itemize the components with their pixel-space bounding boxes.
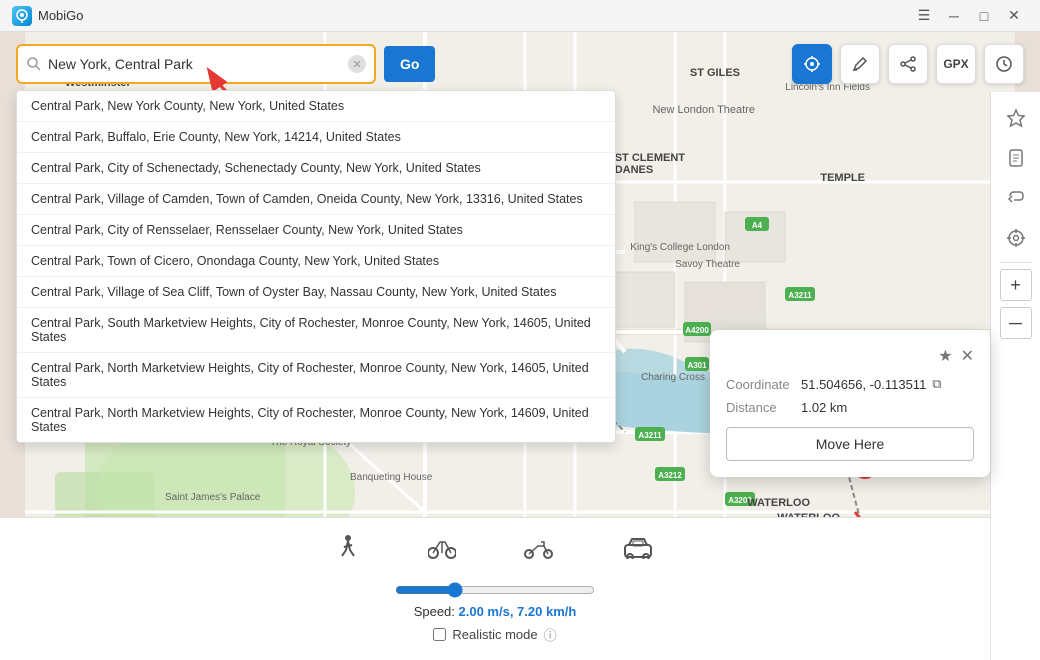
search-result-2[interactable]: Central Park, City of Schenectady, Schen… (17, 153, 615, 184)
search-result-1[interactable]: Central Park, Buffalo, Erie County, New … (17, 122, 615, 153)
search-result-6[interactable]: Central Park, Village of Sea Cliff, Town… (17, 277, 615, 308)
search-result-5[interactable]: Central Park, Town of Cicero, Onondaga C… (17, 246, 615, 277)
coordinate-value: 51.504656, -0.113511 (801, 377, 926, 392)
sidebar-bookmark-button[interactable] (998, 140, 1034, 176)
app-title: MobiGo (38, 8, 84, 23)
star-icon (1006, 108, 1026, 128)
speed-value: 2.00 m/s, 7.20 km/h (459, 604, 577, 619)
undo-icon (1006, 188, 1026, 208)
svg-text:A4200: A4200 (685, 326, 709, 335)
speed-slider[interactable] (395, 582, 595, 598)
gpx-button[interactable]: GPX (936, 44, 976, 84)
popup-header: ★ ✕ (726, 346, 974, 366)
realistic-mode-label: Realistic mode (452, 627, 537, 642)
titlebar: MobiGo ☰ ─ □ ✕ (0, 0, 1040, 32)
walk-icon (336, 534, 360, 562)
share-icon (899, 55, 917, 73)
go-button[interactable]: Go (384, 46, 435, 82)
right-sidebar: + ─ (990, 92, 1040, 660)
sidebar-location-button[interactable] (998, 220, 1034, 256)
bike-mode-button[interactable] (424, 530, 460, 572)
scooter-mode-button[interactable] (520, 530, 558, 572)
coordinate-row: Coordinate 51.504656, -0.113511 ⧉ (726, 376, 974, 392)
search-result-3[interactable]: Central Park, Village of Camden, Town of… (17, 184, 615, 215)
location-icon (1006, 228, 1026, 248)
history-icon (995, 55, 1013, 73)
search-result-9[interactable]: Central Park, North Marketview Heights, … (17, 398, 615, 442)
svg-text:A3211: A3211 (638, 431, 662, 440)
search-icon (26, 56, 42, 72)
search-box[interactable]: New York, Central Park ✕ (16, 44, 376, 84)
car-icon (622, 537, 654, 559)
history-button[interactable] (984, 44, 1024, 84)
sidebar-star-button[interactable] (998, 100, 1034, 136)
realistic-mode-info-icon[interactable]: ⓘ (544, 625, 557, 644)
svg-text:A3200: A3200 (728, 496, 752, 505)
svg-text:A3211: A3211 (788, 291, 812, 300)
walk-mode-button[interactable] (332, 530, 364, 572)
copy-coordinate-button[interactable]: ⧉ (932, 376, 941, 392)
app-logo: MobiGo (12, 6, 84, 26)
search-result-7[interactable]: Central Park, South Marketview Heights, … (17, 308, 615, 353)
search-result-0[interactable]: Central Park, New York County, New York,… (17, 91, 615, 122)
speed-display: Speed: 2.00 m/s, 7.20 km/h (20, 604, 970, 619)
bike-icon (428, 536, 456, 560)
search-result-8[interactable]: Central Park, North Marketview Heights, … (17, 353, 615, 398)
crosshair-icon (802, 54, 822, 74)
minimize-button[interactable]: ─ (940, 4, 968, 28)
route-mode-button[interactable] (840, 44, 880, 84)
svg-text:A3212: A3212 (658, 471, 682, 480)
scooter-icon (524, 536, 554, 560)
coordinate-popup: ★ ✕ Coordinate 51.504656, -0.113511 ⧉ Di… (710, 330, 990, 477)
popup-star-button[interactable]: ★ (938, 346, 952, 366)
bookmark-icon (1006, 148, 1026, 168)
search-clear-button[interactable]: ✕ (348, 55, 366, 73)
sidebar-divider (1000, 262, 1032, 263)
speed-prefix: Speed: (414, 604, 455, 619)
distance-label: Distance (726, 400, 801, 415)
pen-icon (851, 55, 869, 73)
svg-text:A301: A301 (687, 361, 707, 370)
app-icon (12, 6, 32, 26)
search-result-4[interactable]: Central Park, City of Rensselaer, Rensse… (17, 215, 615, 246)
toolbar: New York, Central Park ✕ Go (16, 44, 1024, 84)
zoom-in-button[interactable]: + (1000, 269, 1032, 301)
car-mode-button[interactable] (618, 530, 658, 572)
coordinate-label: Coordinate (726, 377, 801, 392)
speed-slider-row (20, 582, 970, 598)
distance-row: Distance 1.02 km (726, 400, 974, 415)
bottom-panel: Speed: 2.00 m/s, 7.20 km/h Realistic mod… (0, 517, 990, 660)
zoom-out-button[interactable]: ─ (1000, 307, 1032, 339)
popup-close-button[interactable]: ✕ (961, 346, 974, 366)
maximize-button[interactable]: □ (970, 4, 998, 28)
menu-button[interactable]: ☰ (910, 4, 938, 28)
distance-value: 1.02 km (801, 400, 847, 415)
close-button[interactable]: ✕ (1000, 4, 1028, 28)
svg-text:A4: A4 (752, 221, 763, 230)
sidebar-undo-button[interactable] (998, 180, 1034, 216)
share-button[interactable] (888, 44, 928, 84)
realistic-mode-row: Realistic mode ⓘ (20, 625, 970, 644)
search-dropdown: Central Park, New York County, New York,… (16, 90, 616, 443)
main-content: A4200 A4 A3211 A301 A301 A3211 A3212 A32… (0, 32, 1040, 660)
window-controls: ☰ ─ □ ✕ (910, 4, 1028, 28)
teleport-mode-button[interactable] (792, 44, 832, 84)
move-here-button[interactable]: Move Here (726, 427, 974, 461)
transport-mode-selector (20, 530, 970, 572)
realistic-mode-checkbox[interactable] (433, 628, 446, 641)
search-input[interactable]: New York, Central Park (48, 56, 342, 72)
